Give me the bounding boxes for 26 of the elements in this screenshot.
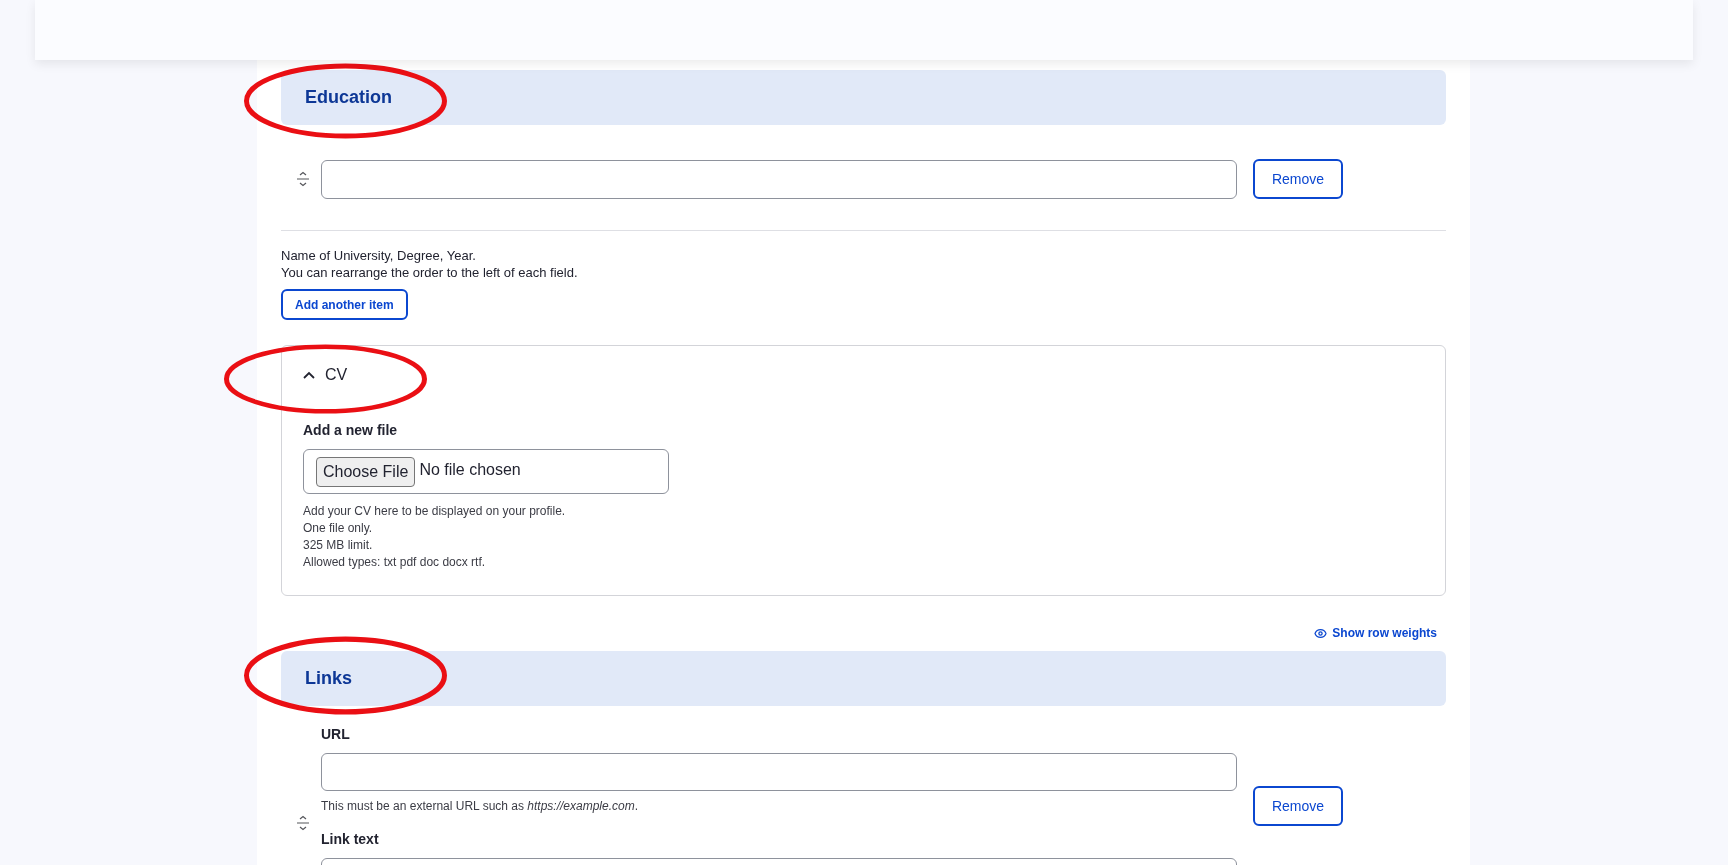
remove-button[interactable]: Remove [1253, 786, 1343, 826]
url-input[interactable] [321, 753, 1237, 791]
cv-toggle[interactable]: CV [303, 363, 348, 387]
remove-button[interactable]: Remove [1253, 159, 1343, 199]
help-text: One file only. [303, 520, 374, 537]
field-label: Link text [321, 830, 380, 849]
file-input[interactable]: Choose File No file chosen [303, 449, 669, 494]
help-text: This must be an external URL such as https://example.com. [321, 798, 640, 815]
field-label: Add a new file [303, 421, 399, 440]
help-text: Add your CV here to be displayed on your profile. [303, 503, 567, 520]
eye-icon [1314, 626, 1328, 640]
file-status: No file chosen [419, 459, 521, 480]
help-text: 325 MB limit. [303, 537, 374, 554]
help-text: Name of University, Degree, Year. [281, 247, 477, 264]
show-row-weights-link[interactable]: Show row weights [1314, 624, 1437, 642]
help-text: You can rearrange the order to the left of each field. [281, 264, 579, 281]
field-label: URL [321, 725, 351, 744]
drag-handle-icon[interactable] [296, 171, 310, 187]
section-title: Links [305, 667, 352, 690]
chevron-up-icon [303, 371, 315, 379]
section-title: Education [305, 86, 392, 109]
drag-handle-icon[interactable] [296, 815, 310, 831]
help-text: Allowed types: txt pdf doc docx rtf. [303, 554, 487, 571]
text-input[interactable] [321, 159, 1237, 199]
choose-file-button[interactable]: Choose File [316, 456, 416, 487]
add-another-item-button[interactable]: Add another item [281, 289, 408, 320]
